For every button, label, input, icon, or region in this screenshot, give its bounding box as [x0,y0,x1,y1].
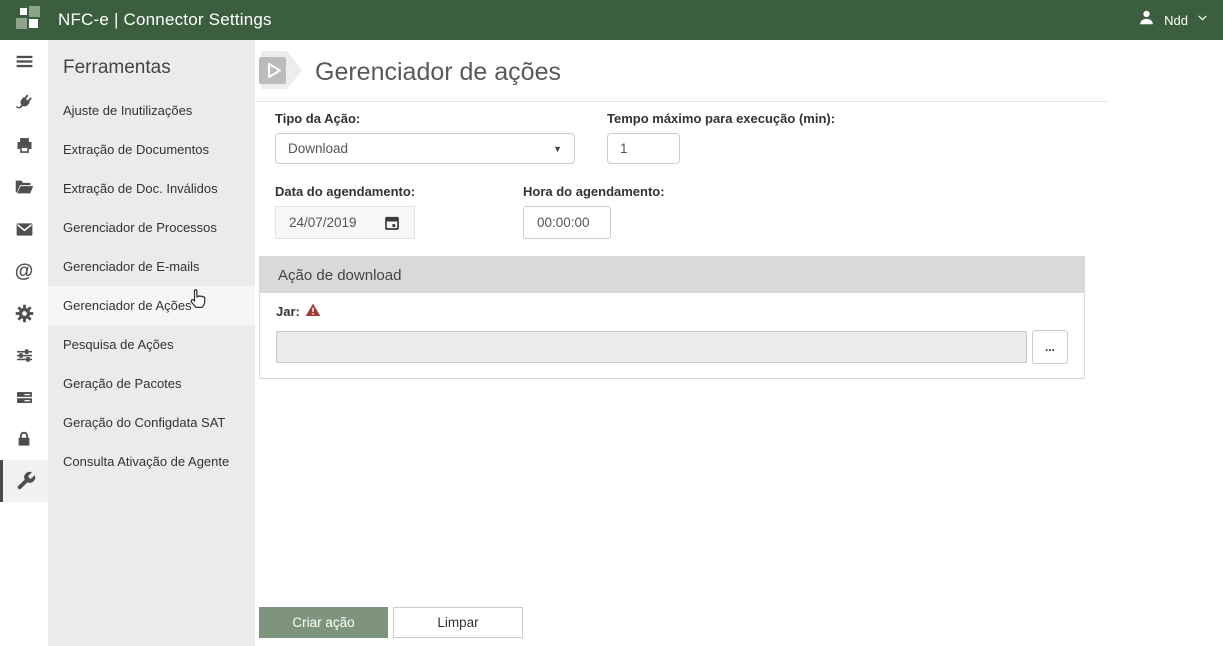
create-action-button[interactable]: Criar ação [259,607,388,638]
main-content: Gerenciador de ações Tipo da Ação: Downl… [255,40,1223,646]
sidebar-item-extracao-documentos[interactable]: Extração de Documentos [48,130,255,169]
sidebar-item-extracao-doc-invalidos[interactable]: Extração de Doc. Inválidos [48,169,255,208]
icon-rail: @ [0,40,48,646]
chevron-down-icon [1196,11,1209,29]
sidebar-item-geracao-pacotes[interactable]: Geração de Pacotes [48,364,255,403]
sidebar-item-gerenciador-processos[interactable]: Gerenciador de Processos [48,208,255,247]
browse-button[interactable]: ... [1032,330,1068,364]
calendar-icon[interactable] [383,214,401,232]
download-action-panel: Ação de download Jar: ... [259,256,1085,379]
ndd-logo-icon [12,4,46,36]
select-caret-icon: ▼ [553,144,562,154]
jar-path-input [276,331,1027,363]
action-type-value: Download [288,141,348,156]
schedule-date-picker[interactable]: 24/07/2019 [275,206,415,239]
user-avatar-icon [1137,8,1156,32]
clear-button[interactable]: Limpar [393,607,523,638]
menu-icon[interactable] [0,40,48,82]
gear-icon[interactable] [0,292,48,334]
at-sign-icon[interactable]: @ [0,250,48,292]
title-divider [256,101,1107,102]
stack-icon[interactable] [0,376,48,418]
sliders-icon[interactable] [0,334,48,376]
folder-open-icon[interactable] [0,166,48,208]
printer-icon[interactable] [0,124,48,166]
user-name: Ndd [1164,13,1188,28]
panel-title: Ação de download [260,257,1084,293]
sidebar-item-gerenciador-acoes[interactable]: Gerenciador de Ações [48,286,255,325]
schedule-time-label: Hora do agendamento: [523,184,665,199]
max-time-label: Tempo máximo para execução (min): [607,111,835,126]
sidebar-item-gerenciador-emails[interactable]: Gerenciador de E-mails [48,247,255,286]
lock-icon[interactable] [0,418,48,460]
schedule-time-input[interactable] [523,206,611,239]
app-title: NFC-e | Connector Settings [58,10,272,30]
warning-icon [305,302,321,321]
action-type-select[interactable]: Download ▼ [275,133,575,164]
tools-sidebar: Ferramentas Ajuste de Inutilizações Extr… [48,40,255,646]
plug-icon[interactable] [0,82,48,124]
play-badge-icon [259,50,303,95]
sidebar-item-ajuste-inutilizacoes[interactable]: Ajuste de Inutilizações [48,91,255,130]
page-title: Gerenciador de ações [315,58,561,87]
max-time-input[interactable] [607,133,680,164]
jar-label: Jar: [276,304,300,319]
action-type-label: Tipo da Ação: [275,111,607,126]
schedule-date-label: Data do agendamento: [275,184,523,199]
sidebar-item-pesquisa-acoes[interactable]: Pesquisa de Ações [48,325,255,364]
app-header: NFC-e | Connector Settings Ndd [0,0,1223,40]
schedule-date-value: 24/07/2019 [289,215,357,230]
wrench-icon[interactable] [0,460,48,502]
sidebar-heading: Ferramentas [48,57,255,79]
envelope-icon[interactable] [0,208,48,250]
sidebar-item-consulta-ativacao-agente[interactable]: Consulta Ativação de Agente [48,442,255,481]
user-menu[interactable]: Ndd [1137,0,1209,40]
sidebar-item-geracao-configdata-sat[interactable]: Geração do Configdata SAT [48,403,255,442]
